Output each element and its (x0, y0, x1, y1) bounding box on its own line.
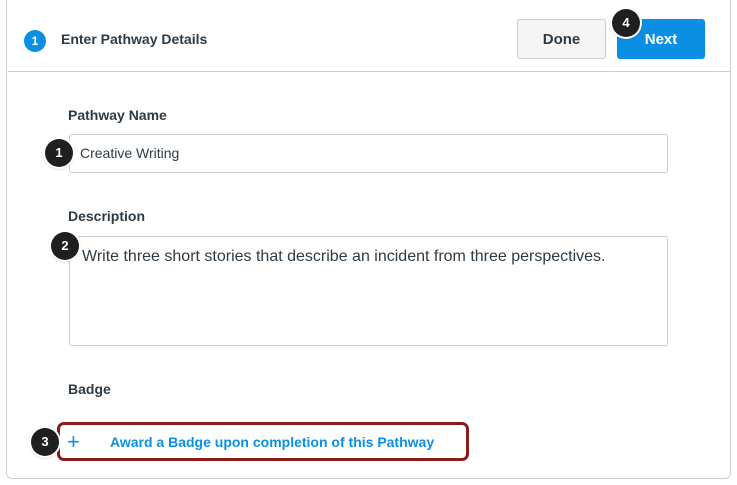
description-label: Description (68, 208, 146, 224)
award-badge-link[interactable]: + Award a Badge upon completion of this … (57, 422, 469, 461)
award-badge-text: Award a Badge upon completion of this Pa… (110, 433, 435, 450)
description-textarea[interactable]: Write three short stories that describe … (69, 236, 668, 346)
done-button[interactable]: Done (517, 19, 606, 59)
callout-marker-3: 3 (31, 428, 59, 456)
badge-label: Badge (68, 381, 111, 397)
plus-icon: + (67, 428, 80, 454)
pathway-name-input[interactable]: Creative Writing (69, 134, 668, 173)
callout-marker-1: 1 (45, 139, 73, 167)
step-indicator: 1 (24, 30, 46, 52)
header-title: Enter Pathway Details (61, 31, 208, 47)
callout-marker-2: 2 (51, 232, 79, 260)
pathway-name-label: Pathway Name (68, 107, 167, 123)
callout-marker-4: 4 (612, 9, 640, 37)
